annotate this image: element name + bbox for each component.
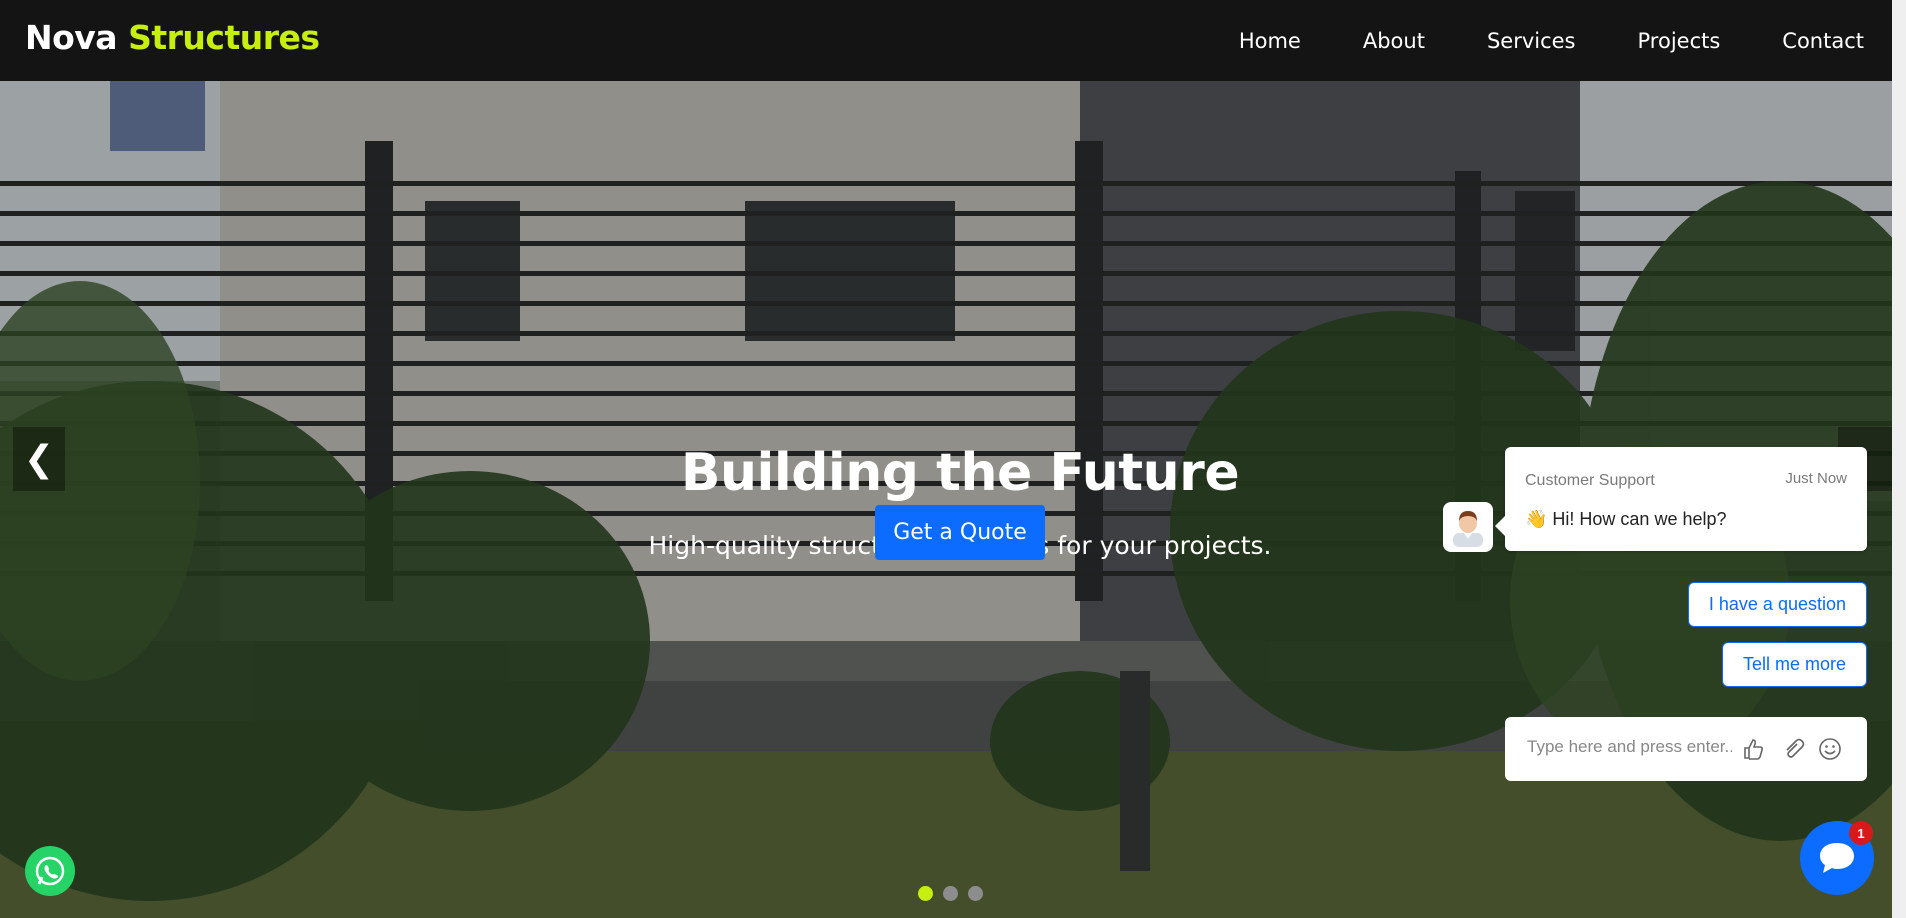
- chat-composer: [1505, 717, 1867, 781]
- slider-dot-3[interactable]: [968, 886, 983, 901]
- slider-dots: [918, 886, 983, 901]
- chat-option-question[interactable]: I have a question: [1687, 582, 1867, 627]
- smiley-icon[interactable]: [1818, 737, 1842, 761]
- scrollbar-track[interactable]: [1892, 0, 1906, 918]
- chevron-left-icon: ❮: [23, 438, 55, 479]
- agent-avatar: [1443, 502, 1493, 552]
- chat-timestamp: Just Now: [1785, 470, 1847, 487]
- brand-name-part2: Structures: [128, 18, 320, 57]
- chat-message-input[interactable]: [1525, 736, 1734, 758]
- unread-badge: 1: [1849, 821, 1873, 845]
- site-header: Nova Structures Home About Services Proj…: [0, 0, 1906, 81]
- nav-contact[interactable]: Contact: [1782, 29, 1864, 53]
- thumbs-up-icon[interactable]: [1742, 737, 1766, 761]
- nav-projects[interactable]: Projects: [1638, 29, 1721, 53]
- nav-home[interactable]: Home: [1239, 29, 1301, 53]
- nav-services[interactable]: Services: [1487, 29, 1576, 53]
- chat-bubble-icon: [1820, 843, 1854, 873]
- whatsapp-button[interactable]: [25, 846, 75, 896]
- agent-avatar-icon: [1453, 511, 1483, 547]
- chat-message-card: Customer Support Just Now 👋 Hi! How can …: [1495, 447, 1867, 551]
- brand-name-part1: Nova: [25, 18, 118, 57]
- slider-prev-button[interactable]: ❮: [13, 427, 65, 491]
- get-quote-button[interactable]: Get a Quote: [875, 505, 1045, 560]
- chat-agent-name: Customer Support: [1525, 472, 1655, 489]
- paperclip-icon[interactable]: [1781, 737, 1805, 761]
- main-nav: Home About Services Projects Contact: [1177, 0, 1864, 81]
- slider-dot-1[interactable]: [918, 886, 933, 901]
- chat-option-tell-more[interactable]: Tell me more: [1721, 642, 1867, 687]
- nav-about[interactable]: About: [1363, 29, 1425, 53]
- chat-greeting-message: 👋 Hi! How can we help?: [1525, 509, 1727, 529]
- slider-dot-2[interactable]: [943, 886, 958, 901]
- whatsapp-icon: [35, 856, 65, 886]
- brand-logo[interactable]: Nova Structures: [25, 18, 320, 57]
